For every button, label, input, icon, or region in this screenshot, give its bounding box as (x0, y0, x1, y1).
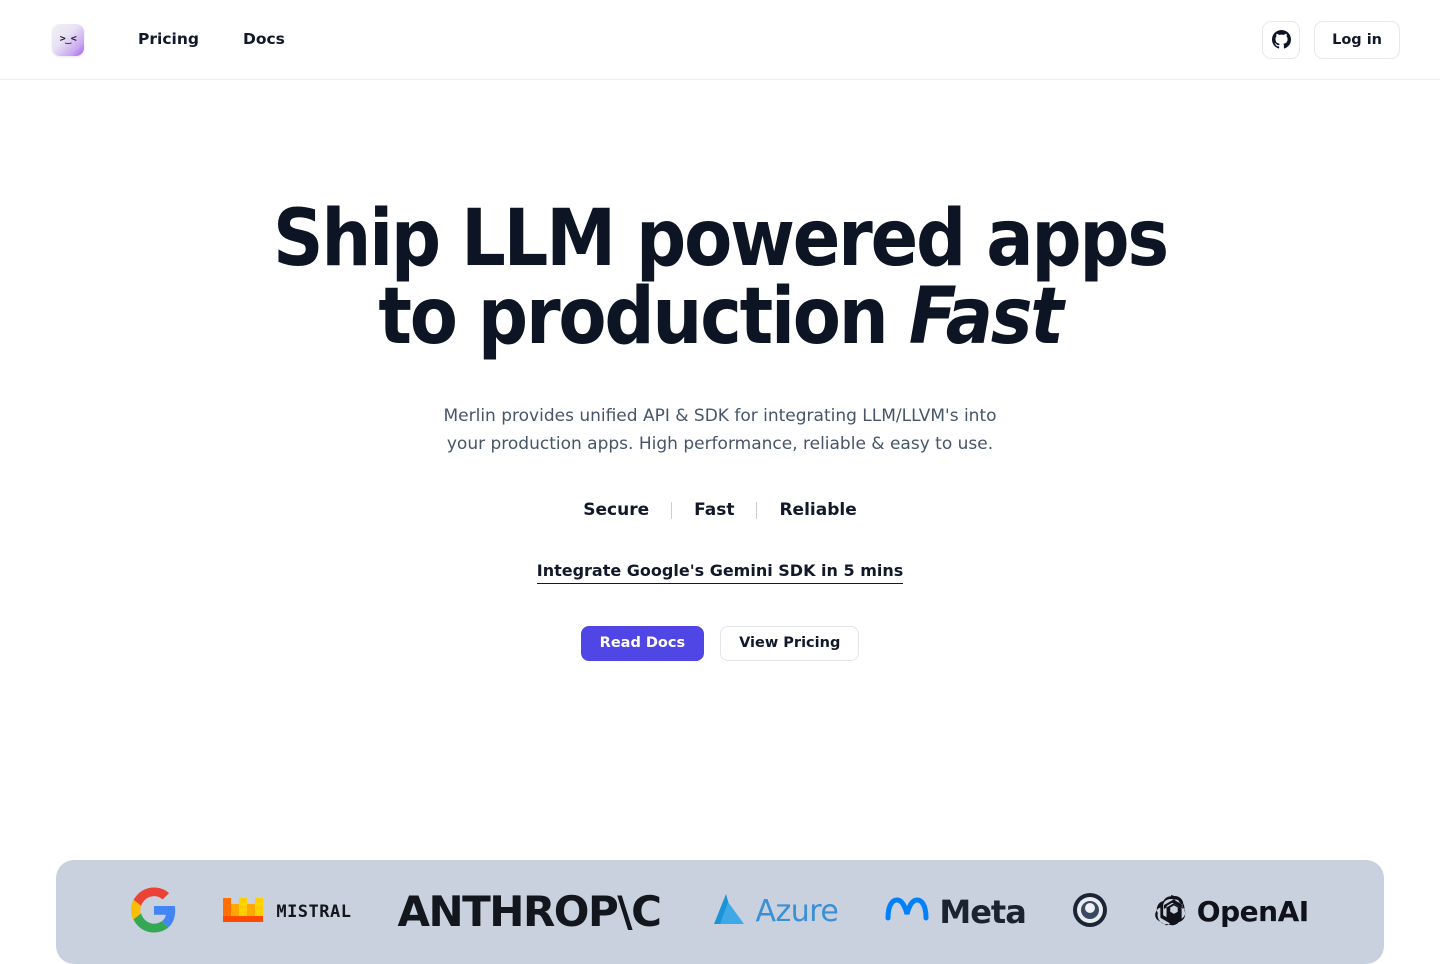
openai-logo-text: OpenAI (1196, 895, 1309, 928)
groq-logo-icon (1072, 892, 1108, 932)
hero-section: Ship LLM powered apps to production Fast… (0, 80, 1440, 661)
logo-item-azure: Azure (706, 892, 839, 932)
logo-item-mistral: MISTRAL (223, 894, 351, 930)
github-link-button[interactable] (1262, 20, 1301, 59)
read-docs-button[interactable]: Read Docs (580, 626, 705, 661)
view-pricing-button[interactable]: View Pricing (720, 626, 860, 661)
login-button[interactable]: Log in (1314, 20, 1400, 59)
gemini-sdk-link[interactable]: Integrate Google's Gemini SDK in 5 mins (536, 561, 904, 584)
brand-logo[interactable]: >‿< (52, 23, 84, 56)
main-nav: Pricing Docs (138, 31, 285, 48)
header-actions: Log in (1262, 20, 1400, 59)
google-logo-icon (131, 887, 177, 937)
hero-title-line-1: Ship LLM powered apps (272, 194, 1169, 284)
site-header: >‿< Pricing Docs Log in (0, 0, 1440, 80)
logo-face-icon: >‿< (59, 33, 77, 45)
nav-link-pricing[interactable]: Pricing (138, 31, 199, 48)
hero-subtitle: Merlin provides unified API & SDK for in… (443, 402, 996, 458)
mistral-logo-text: MISTRAL (276, 901, 352, 922)
logo-item-meta: Meta (884, 893, 1027, 931)
feature-tag-secure: Secure (583, 500, 650, 520)
cta-button-row: Read Docs View Pricing (580, 626, 860, 661)
hero-title-emphasis: Fast (908, 272, 1064, 362)
meta-logo-icon (884, 894, 930, 930)
hero-subtitle-line-2: your production apps. High performance, … (446, 434, 994, 454)
mistral-logo-icon (223, 894, 267, 930)
logo-item-google (131, 887, 177, 937)
page-title: Ship LLM powered apps to production Fast (273, 200, 1169, 356)
meta-logo-text: Meta (939, 893, 1026, 931)
azure-logo-icon (706, 892, 746, 932)
logo-item-openai: OpenAI (1154, 893, 1309, 931)
logo-item-groq (1072, 892, 1108, 932)
azure-logo-text: Azure (755, 894, 839, 929)
openai-logo-icon (1154, 893, 1188, 931)
hero-link-row: Integrate Google's Gemini SDK in 5 mins (536, 561, 904, 584)
hero-title-line-2: to production (378, 272, 909, 362)
anthropic-logo-text: ANTHROP\C (397, 887, 661, 936)
hero-subtitle-line-1: Merlin provides unified API & SDK for in… (443, 406, 997, 426)
partner-logo-strip: MISTRAL ANTHROP\C Azure Meta OpenAI (56, 860, 1384, 964)
feature-tag-fast: Fast (694, 500, 735, 520)
feature-tag-reliable: Reliable (779, 500, 857, 520)
nav-link-docs[interactable]: Docs (243, 31, 285, 48)
feature-tag-list: Secure Fast Reliable (561, 502, 879, 519)
github-icon (1271, 30, 1291, 49)
logo-item-anthropic: ANTHROP\C (397, 887, 661, 936)
